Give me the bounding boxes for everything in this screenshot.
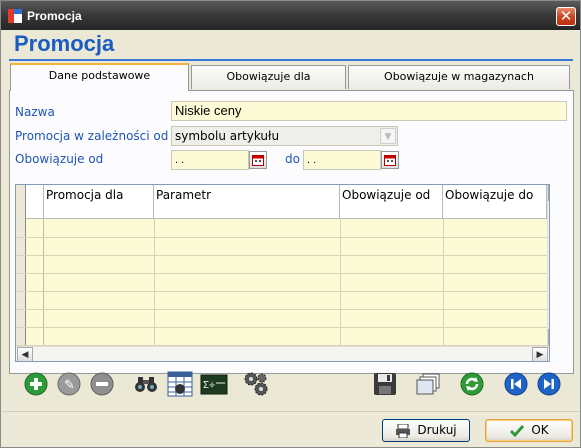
ok-button[interactable]: OK	[485, 419, 573, 442]
name-label: Nazwa	[15, 105, 55, 119]
svg-text:✎: ✎	[64, 378, 75, 393]
settings-cogs-icon[interactable]	[243, 371, 269, 397]
copy-icon[interactable]	[415, 371, 441, 397]
depends-label: Promocja w zależności od	[15, 129, 169, 143]
grid-header-selector	[26, 185, 44, 219]
button-bar-separator	[2, 411, 579, 412]
remove-icon[interactable]	[89, 371, 115, 397]
print-button-label: Drukuj	[417, 423, 457, 437]
column-header-obowiazuje-od[interactable]: Obowiązuje od	[340, 185, 443, 219]
tab-dane-podstawowe[interactable]: Dane podstawowe	[10, 63, 189, 91]
column-header-promocja-dla[interactable]: Promocja dla	[44, 185, 154, 219]
table-filter-icon[interactable]	[167, 371, 193, 397]
name-field[interactable]: Niskie ceny	[171, 101, 567, 121]
table-row[interactable]	[16, 310, 549, 328]
scroll-right-icon[interactable]: ▶	[532, 347, 548, 361]
table-row[interactable]	[16, 238, 549, 256]
title-underline	[9, 59, 573, 61]
scroll-down-icon[interactable]: ▼	[548, 329, 549, 345]
calculator-icon[interactable]: Σ÷	[200, 371, 228, 397]
grid-corner	[16, 185, 26, 219]
window-title: Promocja	[27, 9, 82, 23]
grid-header: Promocja dla Parametr Obowiązuje od Obow…	[16, 185, 549, 219]
tab-obowiazuje-dla[interactable]: Obowiązuje dla	[191, 65, 346, 89]
date-to-calendar-button[interactable]	[381, 151, 399, 169]
close-button[interactable]: ✕	[556, 7, 576, 26]
promocja-window: Promocja ✕ Promocja Dane podstawowe Obow…	[0, 0, 581, 448]
svg-text:Σ÷: Σ÷	[203, 380, 215, 391]
calendar-icon	[252, 155, 264, 166]
date-to-label: do	[285, 152, 300, 166]
column-header-parametr[interactable]: Parametr	[154, 185, 340, 219]
calendar-icon	[384, 155, 396, 166]
column-header-obowiazuje-do[interactable]: Obowiązuje do	[443, 185, 547, 219]
date-from-field[interactable]: . .	[171, 150, 249, 170]
title-bar[interactable]: Promocja ✕	[1, 1, 580, 30]
depends-select-value: symbolu artykułu	[175, 129, 280, 143]
app-icon	[8, 9, 22, 23]
vertical-scrollbar[interactable]: ▲ ▼	[547, 185, 549, 345]
close-icon: ✕	[559, 7, 573, 25]
table-row[interactable]	[16, 256, 549, 274]
date-from-calendar-button[interactable]	[249, 151, 267, 169]
table-row[interactable]	[16, 220, 549, 238]
ok-button-label: OK	[531, 423, 549, 437]
date-to-field[interactable]: . .	[303, 150, 381, 170]
add-icon[interactable]	[23, 371, 49, 397]
table-row[interactable]	[16, 292, 549, 310]
table-row[interactable]	[16, 328, 549, 346]
save-icon[interactable]	[372, 371, 398, 397]
scroll-left-icon[interactable]: ◀	[17, 347, 33, 361]
refresh-icon[interactable]	[459, 371, 485, 397]
depends-select[interactable]: symbolu artykułu ▼	[171, 126, 398, 146]
scroll-up-icon[interactable]: ▲	[548, 185, 549, 201]
edit-icon[interactable]: ✎	[56, 371, 82, 397]
table-row[interactable]	[16, 274, 549, 292]
promotion-grid[interactable]: Promocja dla Parametr Obowiązuje od Obow…	[15, 184, 550, 362]
horizontal-scrollbar[interactable]: ◀ ▶	[16, 346, 549, 361]
print-button[interactable]: Drukuj	[382, 419, 470, 442]
tab-obowiazuje-w-magazynach[interactable]: Obowiązuje w magazynach	[348, 65, 570, 89]
valid-from-label: Obowiązuje od	[15, 152, 104, 166]
page-title: Promocja	[14, 31, 115, 56]
binoculars-icon[interactable]	[133, 371, 159, 397]
previous-icon[interactable]	[503, 371, 529, 397]
checkmark-icon	[510, 424, 525, 437]
next-icon[interactable]	[536, 371, 562, 397]
chevron-down-icon[interactable]: ▼	[380, 128, 396, 144]
printer-icon	[396, 423, 411, 438]
